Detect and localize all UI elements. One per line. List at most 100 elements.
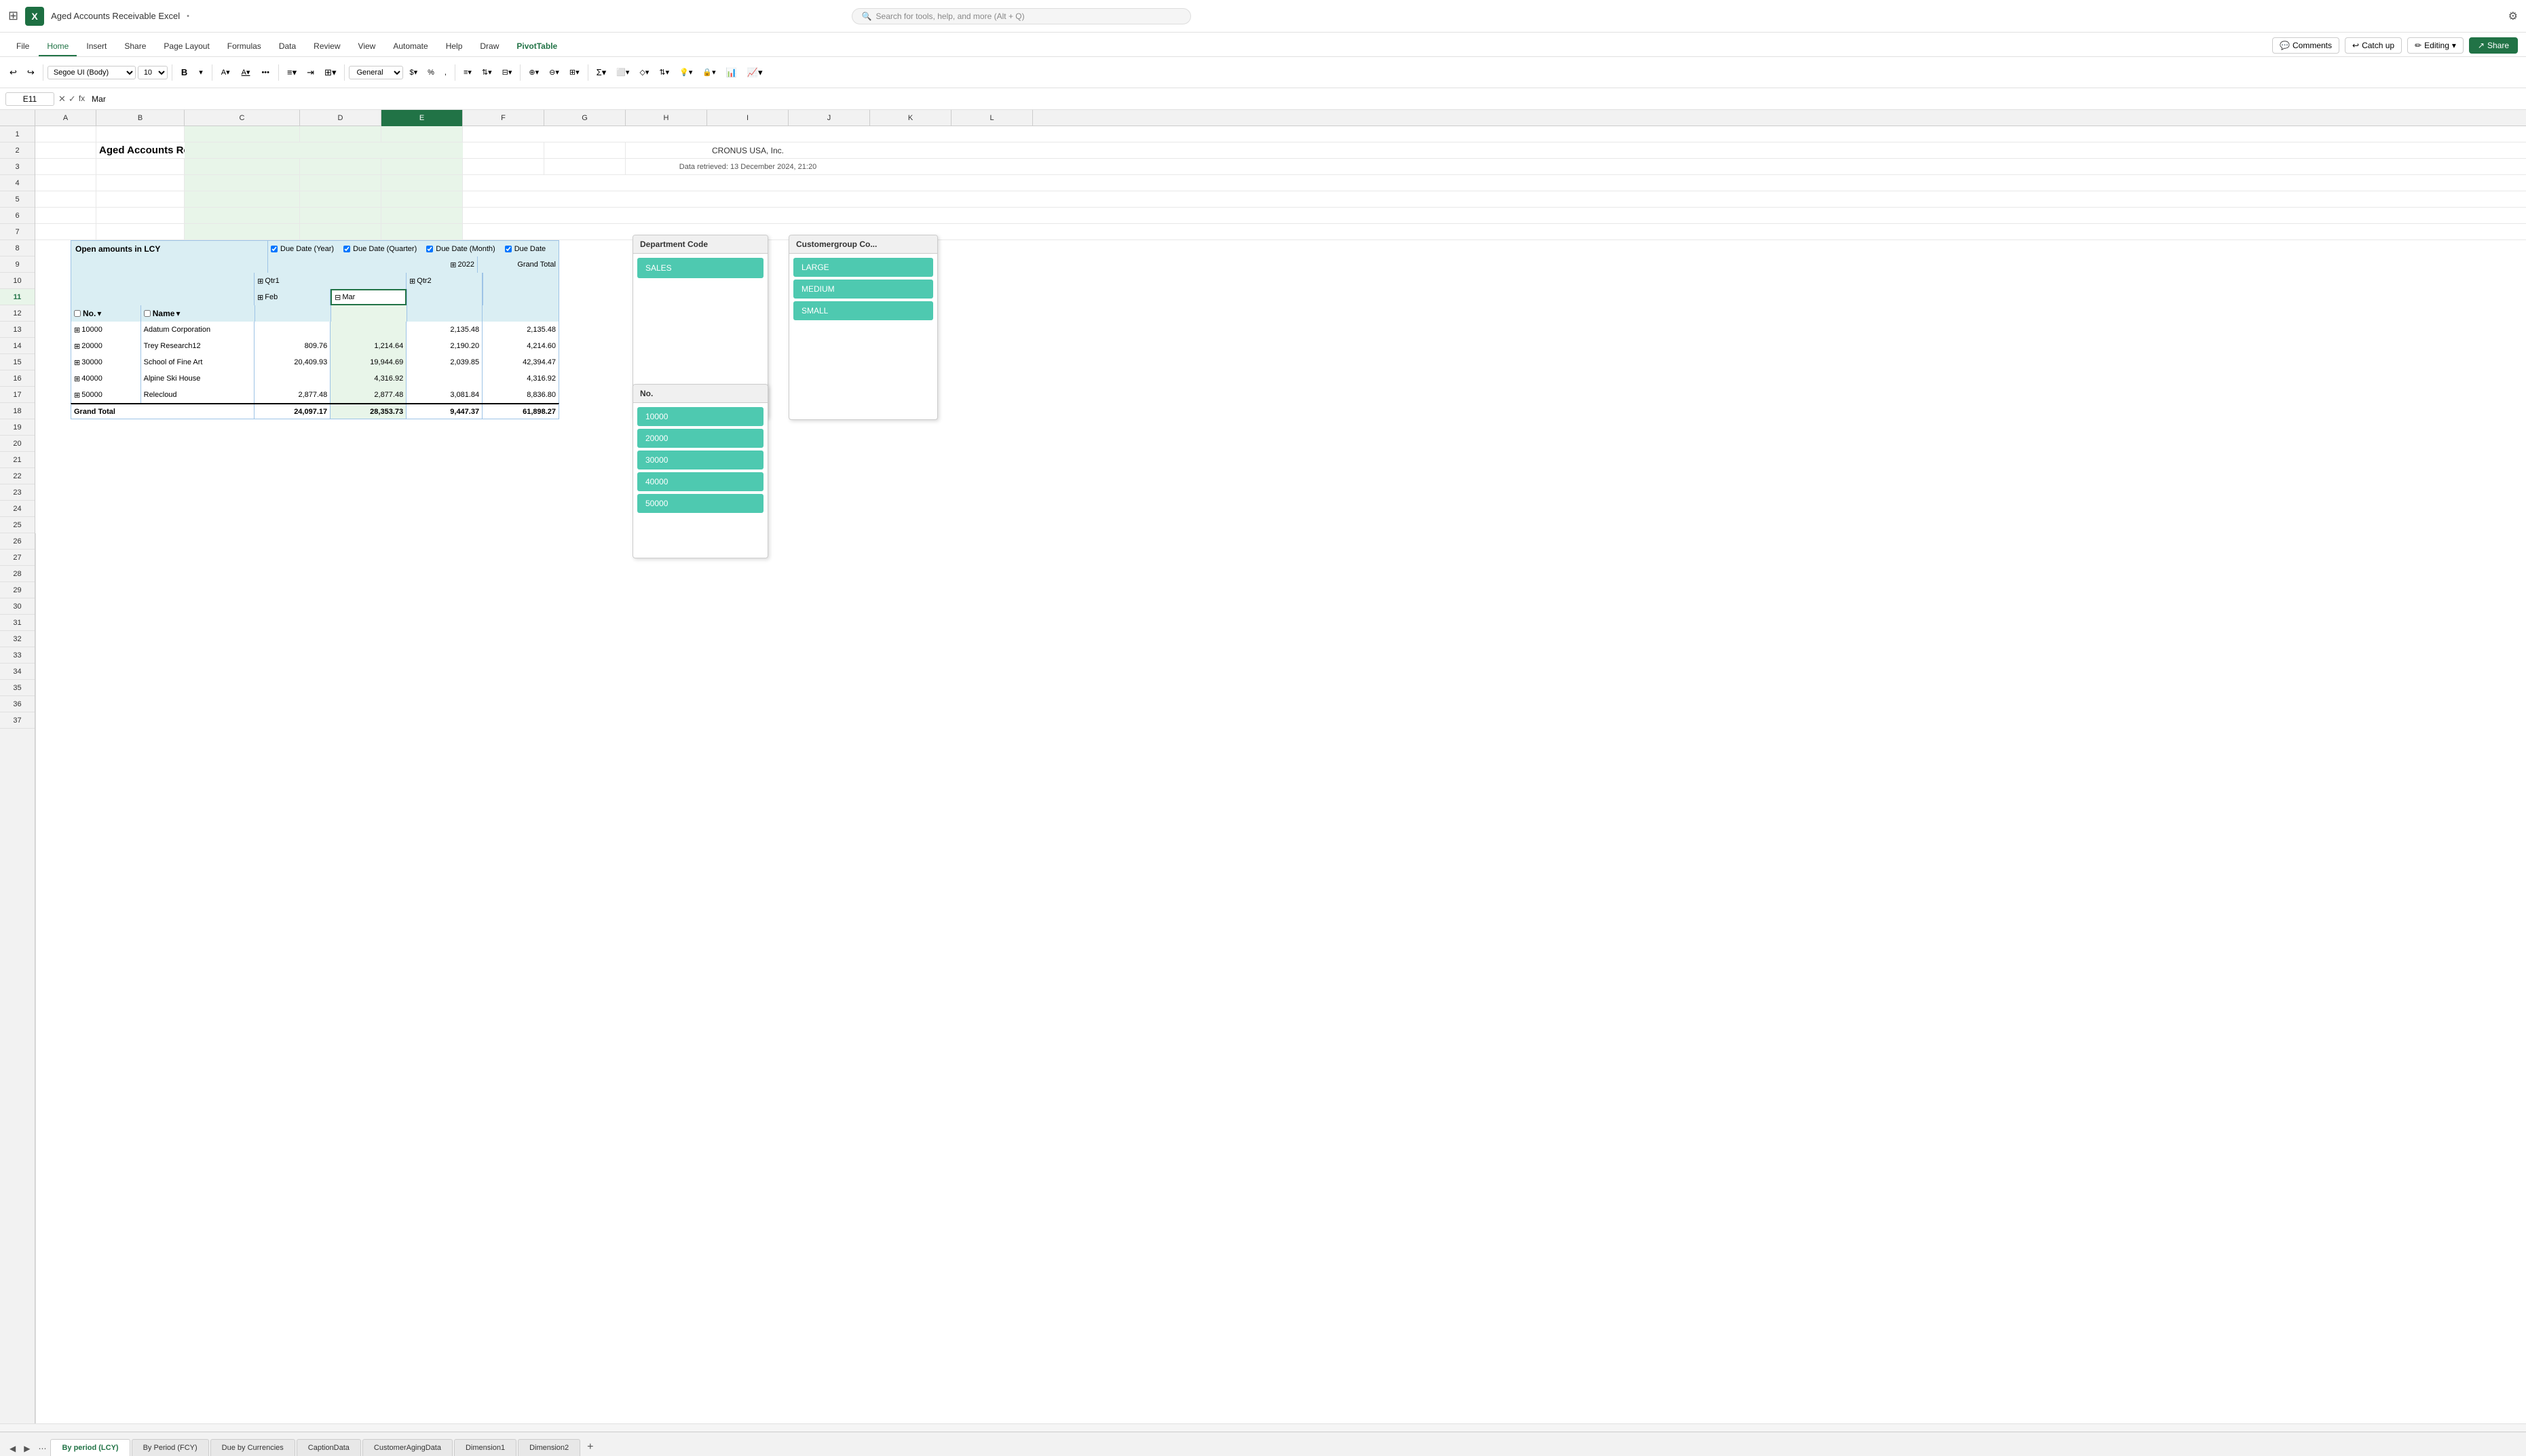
row-header-31[interactable]: 31 xyxy=(0,615,35,631)
cell-c4[interactable] xyxy=(185,175,300,191)
no-item-30000[interactable]: 30000 xyxy=(637,451,764,470)
no-item-10000[interactable]: 10000 xyxy=(637,407,764,426)
row-header-20[interactable]: 20 xyxy=(0,436,35,452)
search-bar[interactable]: 🔍 Search for tools, help, and more (Alt … xyxy=(852,8,1191,24)
cell-b3[interactable] xyxy=(96,159,185,174)
row-header-18[interactable]: 18 xyxy=(0,403,35,419)
row-header-21[interactable]: 21 xyxy=(0,452,35,468)
row-header-10[interactable]: 10 xyxy=(0,273,35,289)
row-header-17[interactable]: 17 xyxy=(0,387,35,403)
catch-up-button[interactable]: ↩ Catch up xyxy=(2345,37,2402,54)
sensitivity-button[interactable]: 🔒▾ xyxy=(698,65,719,79)
row-header-3[interactable]: 3 xyxy=(0,159,35,175)
tab-caption-data[interactable]: CaptionData xyxy=(297,1439,361,1456)
tab-by-period-lcy[interactable]: By period (LCY) xyxy=(50,1439,130,1456)
row-header-26[interactable]: 26 xyxy=(0,533,35,550)
tab-help[interactable]: Help xyxy=(438,37,471,56)
col-header-g[interactable]: G xyxy=(544,110,626,126)
no-item-20000[interactable]: 20000 xyxy=(637,429,764,448)
fill-button[interactable]: ⬜▾ xyxy=(612,65,633,79)
no-30000[interactable]: ⊞30000 xyxy=(71,354,141,370)
row-header-11[interactable]: 11 xyxy=(0,289,35,305)
settings-icon[interactable]: ⚙ xyxy=(2508,9,2518,23)
tab-formulas[interactable]: Formulas xyxy=(219,37,269,56)
row-header-22[interactable]: 22 xyxy=(0,468,35,484)
sort-filter-button[interactable]: ⇅▾ xyxy=(655,65,673,79)
more-buttons[interactable]: ••• xyxy=(257,66,274,79)
formula-input[interactable]: Mar xyxy=(89,94,2521,104)
format-selector[interactable]: General xyxy=(349,66,403,79)
cell-e3[interactable] xyxy=(381,159,463,174)
autosum-button[interactable]: Σ▾ xyxy=(592,64,611,81)
sheet-nav-end[interactable]: ⋯ xyxy=(34,1441,50,1456)
tab-pivottable[interactable]: PivotTable xyxy=(508,37,565,56)
no-10000[interactable]: ⊞ 10000 xyxy=(71,322,141,338)
cell-f3[interactable] xyxy=(463,159,544,174)
cg-item-medium[interactable]: MEDIUM xyxy=(793,280,933,299)
no-item-50000[interactable]: 50000 xyxy=(637,494,764,513)
col-header-b[interactable]: B xyxy=(96,110,185,126)
fx-icon[interactable]: fx xyxy=(79,94,85,104)
cell-b1[interactable] xyxy=(96,126,185,142)
col-header-c[interactable]: C xyxy=(185,110,300,126)
tab-file[interactable]: File xyxy=(8,37,37,56)
no-item-40000[interactable]: 40000 xyxy=(637,472,764,491)
cell-e5[interactable] xyxy=(381,191,463,207)
col-header-a[interactable]: A xyxy=(35,110,96,126)
redo-button[interactable]: ↪ xyxy=(23,64,39,81)
col-header-j[interactable]: J xyxy=(789,110,870,126)
comments-button[interactable]: 💬 Comments xyxy=(2272,37,2339,54)
row-header-9[interactable]: 9 xyxy=(0,256,35,273)
tab-by-period-fcy[interactable]: By Period (FCY) xyxy=(132,1439,209,1456)
cell-e1[interactable] xyxy=(381,126,463,142)
cell-d3[interactable] xyxy=(300,159,381,174)
cell-c1[interactable] xyxy=(185,126,300,142)
col-header-h[interactable]: H xyxy=(626,110,707,126)
col-header-l[interactable]: L xyxy=(951,110,1033,126)
row-header-12[interactable]: 12 xyxy=(0,305,35,322)
row-header-36[interactable]: 36 xyxy=(0,696,35,712)
tab-data[interactable]: Data xyxy=(271,37,304,56)
due-quarter-checkbox[interactable] xyxy=(343,246,350,252)
cell-g2[interactable] xyxy=(544,142,626,158)
cell-rest4[interactable] xyxy=(463,175,2526,191)
tab-customer-aging[interactable]: CustomerAgingData xyxy=(362,1439,453,1456)
row-header-23[interactable]: 23 xyxy=(0,484,35,501)
clear-button[interactable]: ◇▾ xyxy=(635,65,653,79)
percent-button[interactable]: % xyxy=(423,66,438,79)
tab-dimension2[interactable]: Dimension2 xyxy=(518,1439,580,1456)
add-sheet-button[interactable]: + xyxy=(582,1438,599,1456)
undo-button[interactable]: ↩ xyxy=(5,64,21,81)
fill-color-button[interactable]: A▾ xyxy=(216,65,235,79)
cell-b2[interactable]: Aged Accounts Receivable by Period (LCY) xyxy=(96,142,185,158)
row-header-25[interactable]: 25 xyxy=(0,517,35,533)
feb-cell[interactable]: ⊞ Feb xyxy=(255,289,331,305)
grid-icon[interactable]: ⊞ xyxy=(8,9,18,23)
cell-f1[interactable] xyxy=(463,126,2526,142)
cell-c3[interactable] xyxy=(185,159,300,174)
underline-button[interactable]: ▾ xyxy=(194,65,208,79)
cg-item-small[interactable]: SMALL xyxy=(793,301,933,320)
row-header-14[interactable]: 14 xyxy=(0,338,35,354)
cell-c2[interactable] xyxy=(185,142,300,158)
bold-button[interactable]: B xyxy=(176,64,192,80)
sparklines-button[interactable]: 📈▾ xyxy=(743,64,767,81)
no-20000[interactable]: ⊞20000 xyxy=(71,338,141,354)
cell-f2[interactable] xyxy=(463,142,544,158)
col-header-e[interactable]: E xyxy=(381,110,463,126)
font-color-button[interactable]: A▾ xyxy=(237,65,255,79)
table-button[interactable]: ⊟▾ xyxy=(498,65,516,79)
row-header-2[interactable]: 2 xyxy=(0,142,35,159)
tab-dimension1[interactable]: Dimension1 xyxy=(454,1439,516,1456)
dept-item-sales[interactable]: SALES xyxy=(637,258,764,278)
insert-button[interactable]: ⊕▾ xyxy=(525,65,543,79)
row-header-6[interactable]: 6 xyxy=(0,208,35,224)
cell-d4[interactable] xyxy=(300,175,381,191)
cell-b5[interactable] xyxy=(96,191,185,207)
share-button[interactable]: ↗ Share xyxy=(2469,37,2518,54)
cell-e2[interactable] xyxy=(381,142,463,158)
cell-a4[interactable] xyxy=(35,175,96,191)
conditional-format-button[interactable]: ≡▾ xyxy=(459,65,476,79)
row-header-1[interactable]: 1 xyxy=(0,126,35,142)
sheet-nav-prev[interactable]: ◀ xyxy=(5,1441,20,1456)
